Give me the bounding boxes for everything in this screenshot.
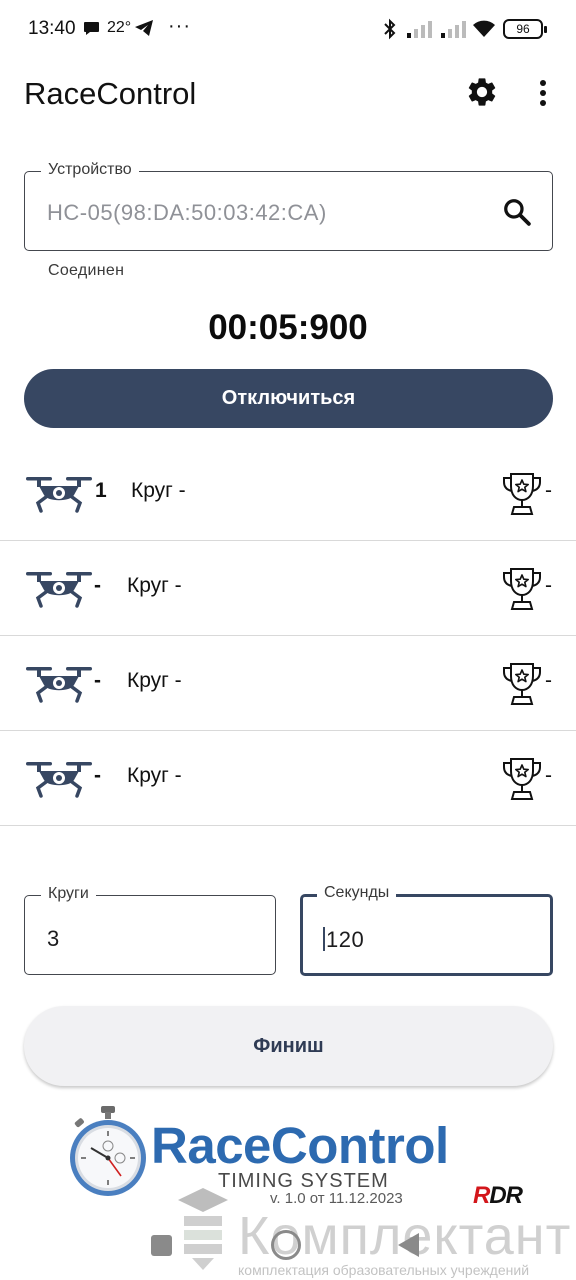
chat-notification-icon bbox=[84, 22, 99, 35]
best-lap-value: - bbox=[545, 669, 552, 692]
stopwatch-logo-icon bbox=[70, 1106, 146, 1196]
best-lap-value: - bbox=[545, 574, 552, 597]
best-lap-value: - bbox=[545, 764, 552, 787]
lap-label: Круг - bbox=[127, 669, 182, 692]
graduation-cap-watermark-icon bbox=[178, 1188, 228, 1270]
lap-label: Круг - bbox=[131, 479, 186, 502]
more-vert-icon[interactable] bbox=[531, 78, 555, 108]
logo-title: RaceControl bbox=[151, 1117, 449, 1174]
signal-icon bbox=[441, 21, 466, 38]
home-nav-button[interactable] bbox=[271, 1230, 301, 1260]
device-field-label: Устройство bbox=[41, 161, 139, 179]
laps-field-label: Круги bbox=[41, 885, 96, 903]
text-cursor bbox=[323, 927, 325, 951]
drone-icon bbox=[26, 762, 92, 798]
trophy-icon bbox=[503, 473, 541, 515]
gear-icon[interactable] bbox=[465, 75, 499, 109]
search-icon[interactable] bbox=[502, 197, 532, 227]
race-timer: 00:05:900 bbox=[208, 308, 368, 347]
app-title: RaceControl bbox=[24, 76, 197, 111]
racer-number: - bbox=[94, 764, 101, 787]
back-nav-button[interactable] bbox=[398, 1233, 419, 1257]
seconds-input-wrap[interactable]: 120 bbox=[323, 927, 364, 953]
seconds-field[interactable]: Секунды 120 bbox=[300, 884, 553, 976]
status-temperature: 22° bbox=[107, 19, 132, 36]
racer-row: - Круг - - bbox=[0, 731, 576, 826]
trophy-icon bbox=[503, 758, 541, 800]
seconds-input[interactable]: 120 bbox=[326, 927, 364, 952]
status-time: 13:40 bbox=[28, 18, 76, 39]
disconnect-button[interactable]: Отключиться bbox=[24, 369, 553, 428]
lap-label: Круг - bbox=[127, 574, 182, 597]
racer-number: - bbox=[94, 669, 101, 692]
bluetooth-icon bbox=[384, 18, 396, 40]
status-more-dots: ··· bbox=[168, 15, 191, 37]
seconds-field-label: Секунды bbox=[317, 884, 397, 902]
trophy-icon bbox=[503, 663, 541, 705]
wifi-icon bbox=[473, 20, 495, 37]
device-field[interactable]: Устройство HC-05(98:DA:50:03:42:CA) bbox=[24, 161, 553, 251]
drone-icon bbox=[26, 477, 92, 513]
trophy-icon bbox=[503, 568, 541, 610]
lap-label: Круг - bbox=[127, 764, 182, 787]
racer-number: - bbox=[94, 574, 101, 597]
drone-icon bbox=[26, 667, 92, 703]
drone-icon bbox=[26, 572, 92, 608]
telegram-icon bbox=[135, 20, 153, 36]
device-field-value[interactable]: HC-05(98:DA:50:03:42:CA) bbox=[47, 200, 327, 226]
laps-input[interactable]: 3 bbox=[47, 926, 60, 952]
watermark-subtitle: комплектация образовательных учреждений bbox=[238, 1262, 530, 1278]
finish-button[interactable]: Финиш bbox=[24, 1006, 553, 1086]
best-lap-value: - bbox=[545, 479, 552, 502]
laps-field[interactable]: Круги 3 bbox=[24, 885, 276, 975]
racer-row: - Круг - - bbox=[0, 636, 576, 731]
connection-status: Соединен bbox=[48, 262, 125, 279]
status-bar: 13:40 22° ··· 96 bbox=[0, 0, 576, 60]
racer-row: 1 Круг - - bbox=[0, 446, 576, 541]
racer-number: 1 bbox=[95, 479, 107, 502]
battery-indicator: 96 bbox=[503, 19, 547, 39]
recents-nav-button[interactable] bbox=[151, 1235, 172, 1256]
racer-row: - Круг - - bbox=[0, 541, 576, 636]
signal-icon bbox=[407, 21, 432, 38]
